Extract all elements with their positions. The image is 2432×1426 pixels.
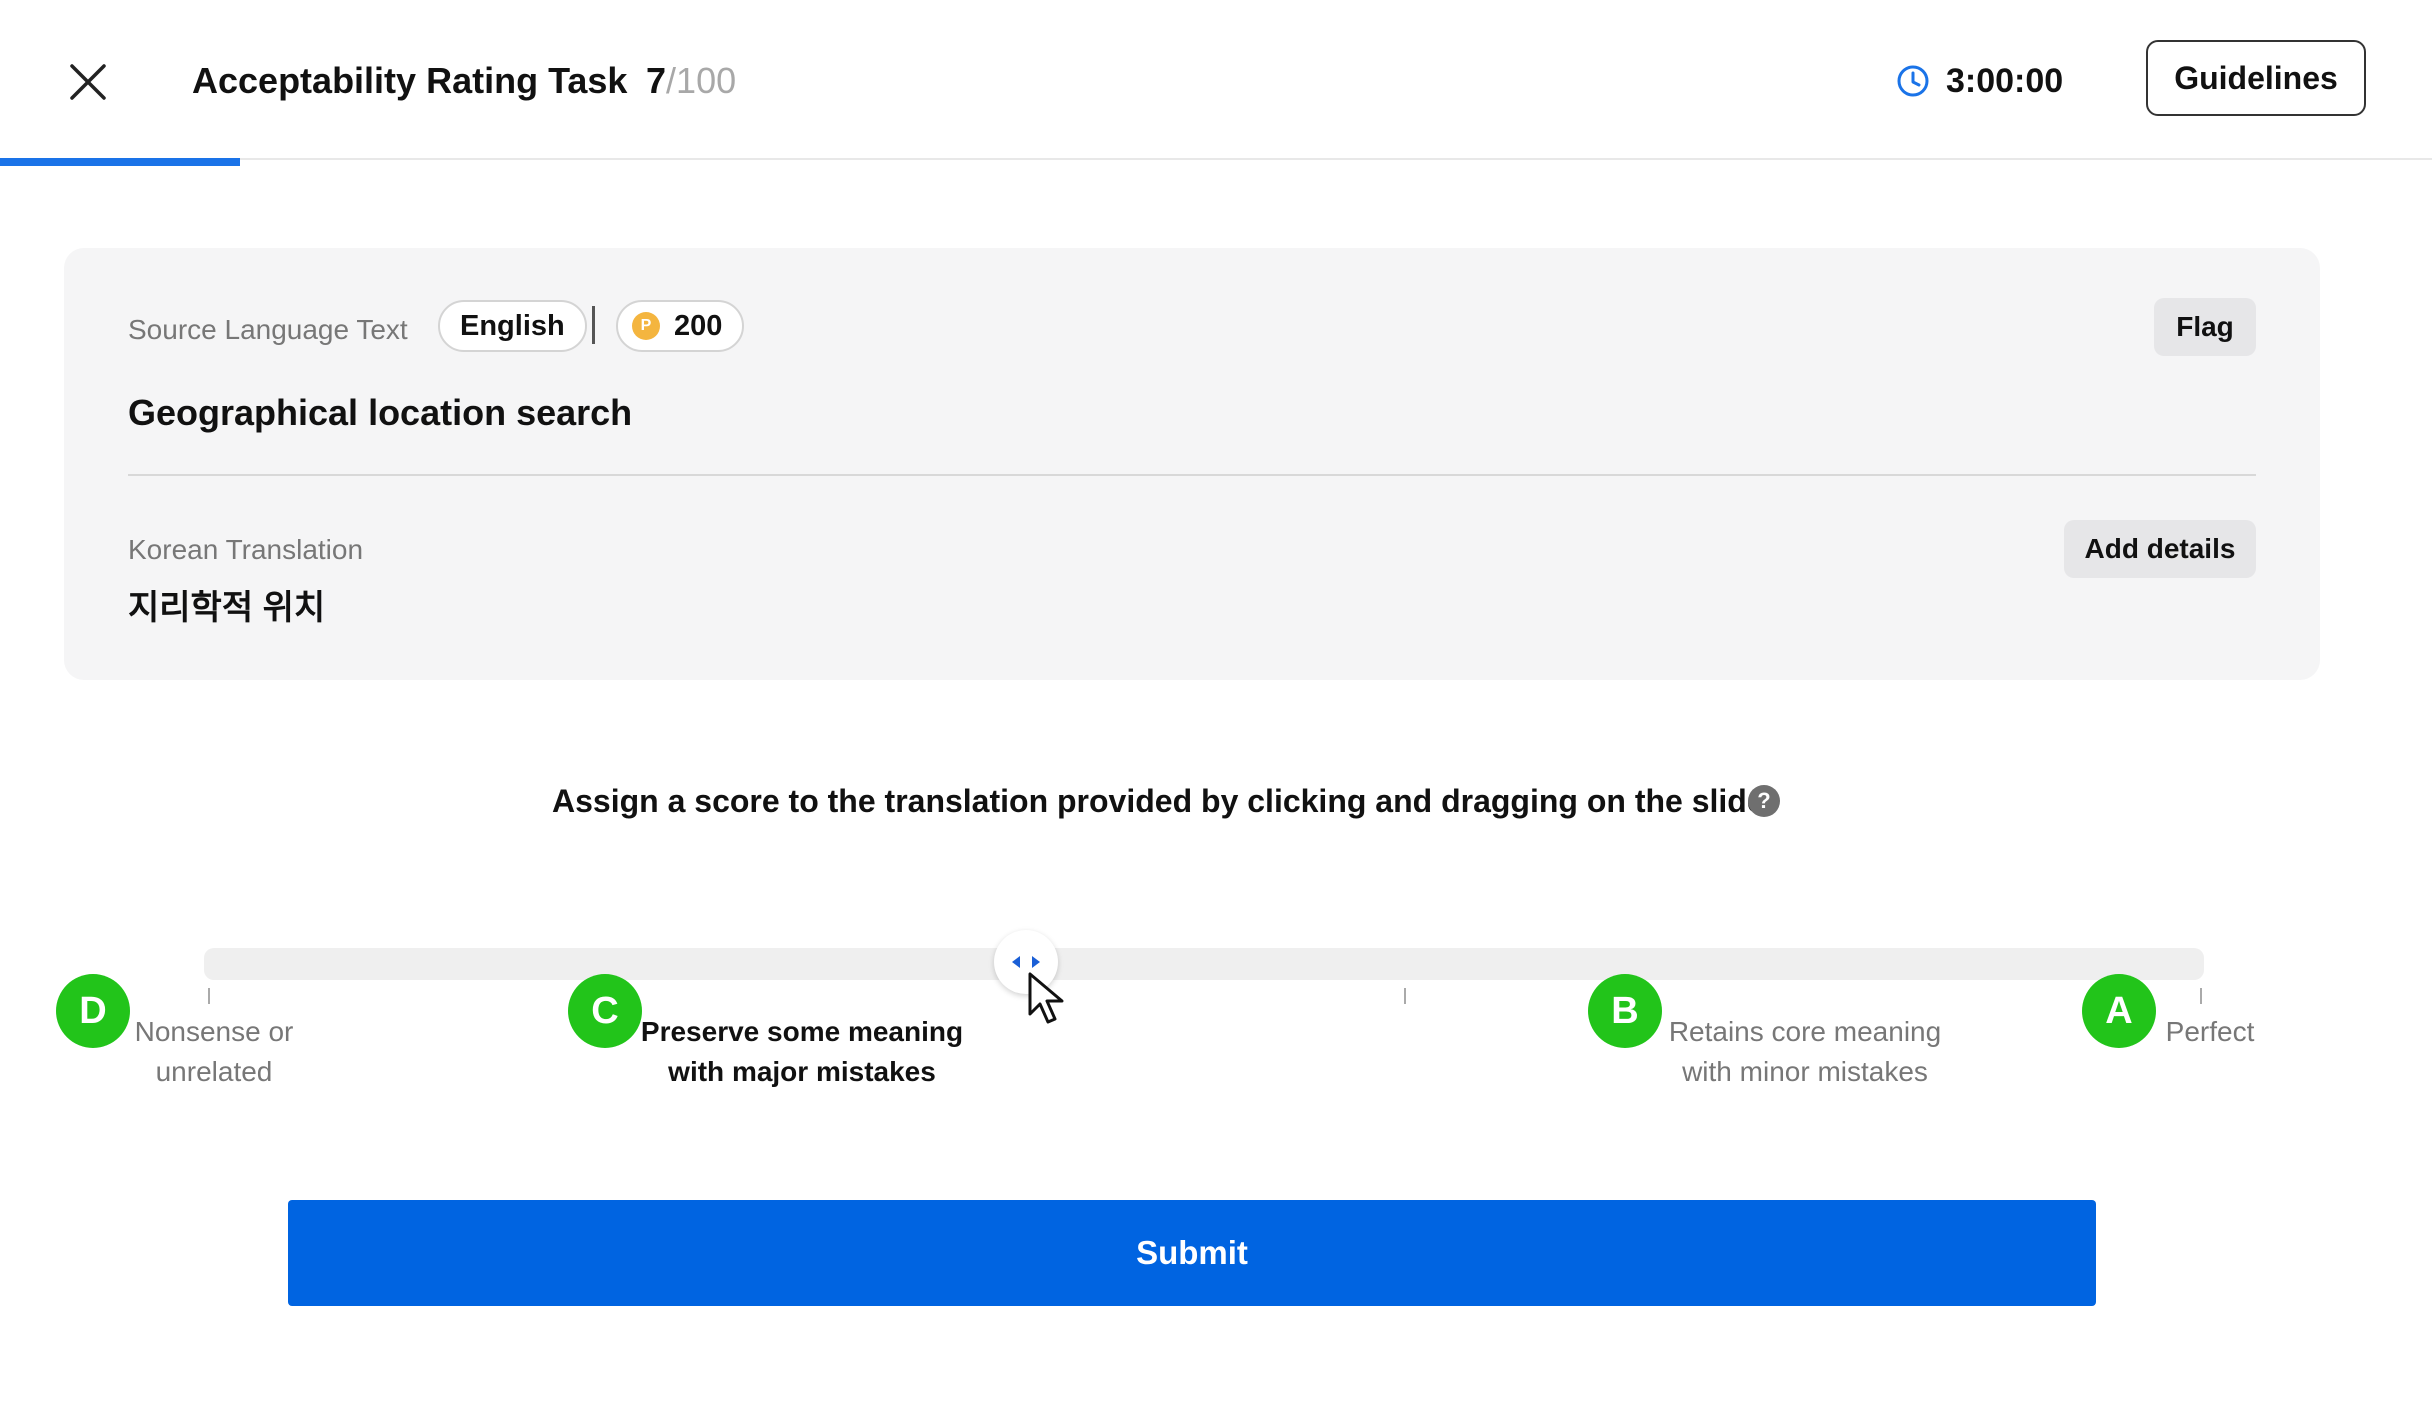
card-divider <box>128 474 2256 476</box>
guidelines-button[interactable]: Guidelines <box>2146 40 2366 116</box>
header: Acceptability Rating Task 7/100 3:00:00 … <box>0 0 2432 160</box>
timer-value: 3:00:00 <box>1946 62 2064 100</box>
grade-badge-c: C <box>568 974 642 1048</box>
points-chip: P 200 <box>616 300 745 352</box>
task-progress-bar <box>0 158 240 166</box>
language-chip: English <box>438 300 587 352</box>
source-language-label: Source Language Text <box>128 314 408 345</box>
grade-label-line: with major mistakes <box>668 1056 936 1087</box>
grade-label-a: Perfect <box>2150 1012 2270 1052</box>
mouse-cursor-icon <box>1028 972 1064 1024</box>
clock-icon <box>1897 65 1929 97</box>
grade-label-d: Nonsense or unrelated <box>114 1012 314 1092</box>
flag-button[interactable]: Flag <box>2154 298 2256 356</box>
translation-text: 지리학적 위치 <box>128 589 326 627</box>
grade-label-line: Preserve some meaning <box>640 1016 964 1047</box>
grade-label-line: Perfect <box>2165 1016 2255 1047</box>
grade-badge-b: B <box>1588 974 1662 1048</box>
coin-icon: P <box>632 312 660 340</box>
question-icon[interactable]: ? <box>1748 785 1780 817</box>
grade-label-b: Retains core meaning with minor mistakes <box>1660 1012 1950 1092</box>
progress-total: 100 <box>676 60 737 101</box>
slider-tick <box>2200 988 2202 1004</box>
add-details-button[interactable]: Add details <box>2064 520 2256 578</box>
task-title: Acceptability Rating Task <box>192 60 628 101</box>
close-icon <box>70 64 106 100</box>
progress-separator: / <box>666 60 677 101</box>
grade-label-c: Preserve some meaning with major mistake… <box>632 1012 972 1092</box>
progress-current: 7 <box>646 60 667 101</box>
text-card: Source Language Text English P 200 Flag … <box>64 248 2320 680</box>
submit-button[interactable]: Submit <box>288 1200 2096 1306</box>
grade-label-line: unrelated <box>155 1056 273 1087</box>
points-value: 200 <box>674 309 723 342</box>
score-slider-track[interactable] <box>204 948 2204 980</box>
rating-instruction: Assign a score to the translation provid… <box>552 783 1778 819</box>
source-text: Geographical location search <box>128 392 633 433</box>
close-button[interactable] <box>62 56 114 108</box>
grade-label-line: Nonsense or <box>134 1016 294 1047</box>
slider-tick <box>208 988 210 1004</box>
grade-badge-a: A <box>2082 974 2156 1048</box>
slider-tick <box>1404 988 1406 1004</box>
chip-divider <box>592 306 595 344</box>
grade-label-line: with minor mistakes <box>1682 1056 1928 1087</box>
translation-label: Korean Translation <box>128 534 364 565</box>
progress-counter: 7/100 <box>646 56 736 106</box>
grade-label-line: Retains core meaning <box>1668 1016 1942 1047</box>
